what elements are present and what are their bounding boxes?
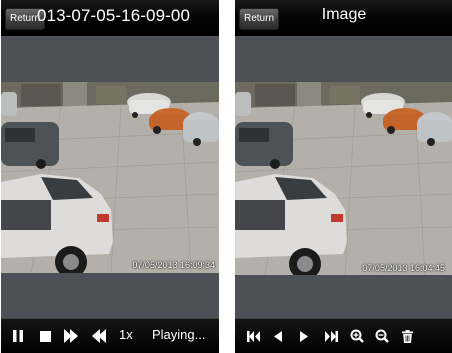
fast-forward-icon [64,329,78,343]
parking-lot-scene [1,82,219,273]
previous-image-button[interactable] [269,319,287,353]
recording-title: 013-07-05-16-09-00 [37,6,191,25]
skip-last-icon [324,330,338,342]
stop-button[interactable] [36,319,54,353]
zoom-out-icon [375,329,389,343]
image-timestamp: 07/05/2013 16:04:45 [362,263,445,273]
pause-icon [13,330,23,342]
video-playback-screen: Return 013-07-05-16-09-00 07/05/2013 16:… [1,0,219,353]
playback-controls: 1x Playing... [1,318,219,353]
fast-forward-button[interactable] [61,319,83,353]
image-viewer-screen: Return Image 07/05/2013 16:04:45 [235,0,452,353]
zoom-in-icon [350,329,364,343]
title-bar: Return 013-07-05-16-09-00 [1,0,219,37]
first-image-button[interactable] [243,319,263,353]
last-image-button[interactable] [321,319,341,353]
trash-icon [401,329,413,343]
parking-lot-snapshot [235,82,452,275]
video-timestamp: 07/05/2013 16:09:34 [132,260,215,270]
rewind-icon [92,329,106,343]
title-bar: Return Image [235,0,452,37]
delete-image-button[interactable] [398,319,416,353]
image-controls [235,318,452,353]
screen-title: Image [321,6,367,23]
previous-icon [274,330,282,342]
stop-icon [39,330,51,342]
playback-status: Playing... [152,327,206,342]
pause-button[interactable] [9,319,27,353]
zoom-in-button[interactable] [347,319,367,353]
playback-speed[interactable]: 1x [119,327,133,342]
next-icon [300,330,308,342]
skip-first-icon [246,330,260,342]
zoom-out-button[interactable] [372,319,392,353]
video-frame: 07/05/2013 16:09:34 [1,82,219,273]
next-image-button[interactable] [295,319,313,353]
image-frame: 07/05/2013 16:04:45 [235,82,452,275]
rewind-button[interactable] [87,319,109,353]
